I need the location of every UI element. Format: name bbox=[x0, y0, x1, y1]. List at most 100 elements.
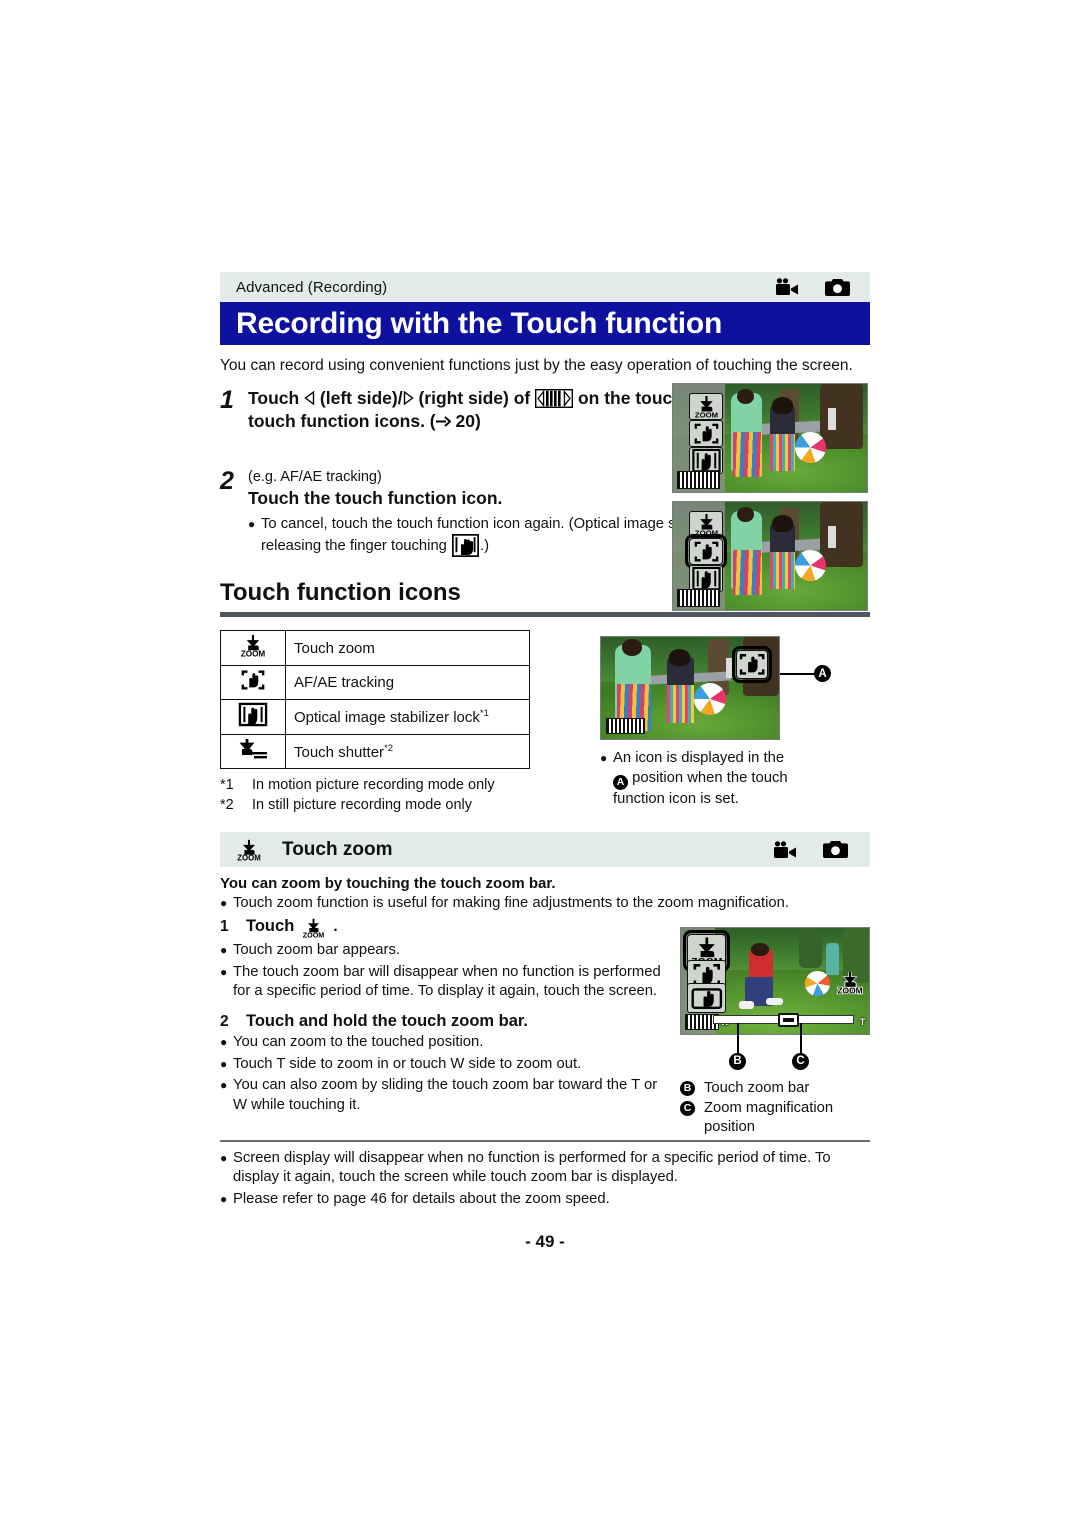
touch-zoom-step-1-number: 1 bbox=[220, 917, 229, 935]
callout-c-legend-badge: C bbox=[680, 1101, 695, 1117]
video-camera-icon bbox=[773, 840, 797, 859]
touch-zoom-label: Touch zoom bbox=[285, 630, 530, 667]
callout-c-badge: C bbox=[792, 1052, 809, 1070]
table-row: Optical image stabilizer lock*1 bbox=[220, 699, 530, 736]
callout-legend-b: B Touch zoom bar bbox=[680, 1079, 880, 1098]
step-2-bullet-tail: .) bbox=[480, 538, 490, 555]
touch-zoom-icon: ZOOM bbox=[300, 917, 327, 939]
touch-zoom-bullet-top: ● Touch zoom function is useful for maki… bbox=[220, 894, 870, 914]
touch-shutter-icon-cell bbox=[220, 734, 286, 770]
arrow-right-icon bbox=[435, 415, 451, 428]
mode-icons bbox=[775, 278, 862, 297]
touch-menu-arrows-icon[interactable] bbox=[606, 717, 646, 735]
bullet-dot-icon: ● bbox=[220, 1034, 228, 1049]
touch-zoom-lead: You can zoom by touching the touch zoom … bbox=[220, 875, 556, 893]
af-ae-tracking-label: AF/AE tracking bbox=[285, 665, 530, 701]
callout-a-inline-badge: A bbox=[613, 775, 628, 791]
section-rule bbox=[220, 612, 870, 618]
bullet-dot-icon: ● bbox=[220, 1192, 228, 1207]
touch-zoom-icon-cell: ZOOM bbox=[220, 630, 286, 667]
figure-note-line-2: position when the touch bbox=[632, 769, 788, 786]
step-1-text-a: Touch bbox=[248, 388, 305, 409]
camera-screen-step-1: ZOOM bbox=[672, 383, 868, 494]
touch-menu-arrows-icon[interactable] bbox=[676, 470, 720, 490]
still-camera-icon bbox=[823, 840, 848, 859]
page-number: - 49 - bbox=[525, 1231, 565, 1251]
af-ae-tracking-menu-icon[interactable] bbox=[688, 420, 724, 448]
steps-block: 1 Touch (left side)/ (right side) of on … bbox=[220, 383, 870, 612]
touch-shutter-label: Touch shutter*2 bbox=[285, 734, 530, 770]
touch-zoom-icon: ZOOM bbox=[234, 838, 264, 862]
camera-screen-touch-zoom: ZOOM bbox=[680, 926, 870, 1035]
touch-zoom-step-2-bullet-1: ● You can zoom to the touched position. bbox=[220, 1033, 675, 1053]
af-ae-tracking-icon-cell bbox=[220, 665, 286, 701]
figure-a-note: ● An icon is displayed in the A position… bbox=[600, 749, 870, 810]
callout-c-leader bbox=[800, 1022, 802, 1053]
bullet-dot-icon: ● bbox=[220, 1150, 228, 1165]
touch-zoom-step-2-bullet-3: ● You can also zoom by sliding the touch… bbox=[220, 1076, 675, 1115]
optical-image-stabilizer-lock-icon bbox=[452, 534, 480, 558]
callout-legend: B Touch zoom bar C Zoom magnification po… bbox=[680, 1079, 880, 1138]
breadcrumb: Advanced (Recording) bbox=[236, 278, 388, 296]
zoom-magnification-position-knob[interactable] bbox=[777, 1012, 799, 1027]
bullet-dot-icon: ● bbox=[220, 942, 228, 957]
bullet-dot-icon: ● bbox=[248, 516, 256, 531]
footer-rule bbox=[220, 1139, 870, 1142]
footer-note-2: ● Please refer to page 46 for details ab… bbox=[220, 1190, 870, 1210]
touch-zoom-step-1-label: Touch bbox=[246, 916, 295, 935]
figure-note-line-3: function icon is set. bbox=[613, 791, 739, 808]
touch-menu-arrows-icon[interactable] bbox=[676, 588, 720, 608]
af-ae-tracking-screen-icon[interactable] bbox=[731, 645, 773, 684]
touch-zoom-icon: ZOOM bbox=[236, 633, 270, 658]
bullet-dot-icon: ● bbox=[220, 1056, 228, 1071]
touch-zoom-overlay-icon: ZOOM bbox=[835, 970, 865, 995]
still-camera-icon bbox=[825, 278, 850, 297]
svg-text:ZOOM: ZOOM bbox=[237, 853, 260, 861]
touch-zoom-band-title: Touch zoom bbox=[282, 838, 393, 860]
footnote-mark: *1 bbox=[479, 708, 489, 720]
camera-screen-af-ae-set bbox=[600, 636, 780, 741]
bullet-dot-icon: ● bbox=[220, 964, 228, 979]
touch-zoom-step-2: 2 Touch and hold the touch zoom bar. bbox=[220, 1012, 675, 1031]
callout-c-legend-text: Zoom magnification position bbox=[704, 1100, 834, 1136]
touch-zoom-bar[interactable] bbox=[712, 1012, 854, 1027]
zoom-bar-t-label: T bbox=[859, 1016, 866, 1027]
touch-zoom-step-1-period: . bbox=[333, 917, 338, 935]
callout-legend-c: C Zoom magnification position bbox=[680, 1099, 880, 1137]
callout-b-leader bbox=[737, 1022, 739, 1053]
callout-a-badge: A bbox=[814, 665, 831, 683]
step-2-number: 2 bbox=[220, 466, 234, 495]
touch-zoom-menu-icon[interactable]: ZOOM bbox=[688, 511, 724, 539]
af-ae-tracking-menu-icon-selected[interactable] bbox=[684, 533, 728, 570]
camera-screen-step-2: ZOOM bbox=[672, 501, 868, 612]
bullet-dot-icon: ● bbox=[220, 896, 228, 911]
af-ae-tracking-icon bbox=[239, 668, 267, 692]
touch-zoom-step-1-bullet-1: ● Touch zoom bar appears. bbox=[220, 941, 675, 961]
touch-zoom-step-1-bullet-2: ● The touch zoom bar will disappear when… bbox=[220, 963, 675, 1002]
optical-image-stabilizer-lock-icon-cell bbox=[220, 699, 286, 736]
touch-zoom-step-2-bullet-2: ● Touch T side to zoom in or touch W sid… bbox=[220, 1055, 675, 1075]
step-1-number: 1 bbox=[220, 386, 234, 415]
svg-text:ZOOM: ZOOM bbox=[694, 410, 717, 419]
touch-zoom-menu-icon[interactable]: ZOOM bbox=[688, 393, 724, 421]
step-1-ref-page[interactable]: 20 bbox=[456, 411, 475, 431]
footnote-mark: *2 bbox=[384, 742, 394, 754]
touch-shutter-menu-icon[interactable] bbox=[686, 983, 727, 1014]
page-title-bar: Recording with the Touch function bbox=[220, 302, 870, 345]
table-row: Touch shutter*2 bbox=[220, 734, 530, 770]
touch-zoom-step-2-number: 2 bbox=[220, 1012, 229, 1030]
svg-text:ZOOM: ZOOM bbox=[694, 528, 717, 537]
touch-shutter-icon bbox=[236, 738, 270, 760]
callout-b-legend-text: Touch zoom bar bbox=[704, 1079, 810, 1096]
intro-text: You can record using convenient function… bbox=[220, 357, 853, 374]
svg-text:ZOOM: ZOOM bbox=[838, 986, 863, 995]
touch-zoom-step-2-title: Touch and hold the touch zoom bar. bbox=[246, 1011, 529, 1030]
svg-text:ZOOM: ZOOM bbox=[303, 931, 325, 939]
step-1-text-c: (right side) of bbox=[413, 388, 536, 409]
table-row: AF/AE tracking bbox=[220, 665, 530, 701]
touch-menu-icon bbox=[535, 389, 574, 409]
breadcrumb-bar: Advanced (Recording) bbox=[220, 272, 870, 302]
callout-b-badge: B bbox=[729, 1052, 746, 1070]
step-1-text-e: ) bbox=[474, 411, 481, 432]
mode-icons bbox=[773, 840, 860, 859]
